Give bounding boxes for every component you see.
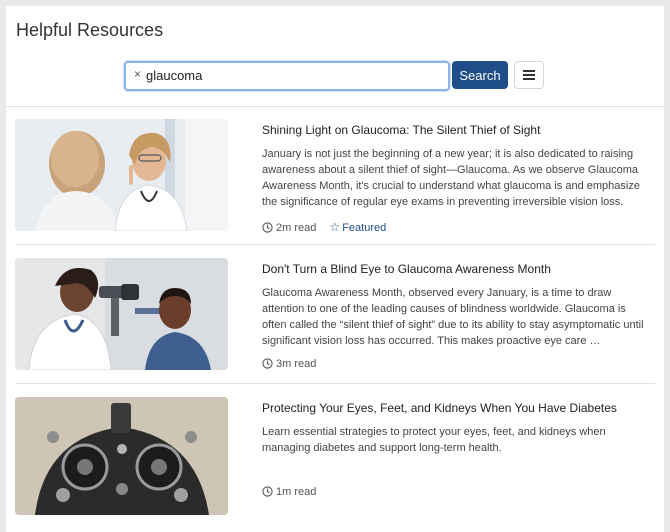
divider [6,106,664,107]
read-time: 1m read [276,486,317,498]
doctor-eye-exam-image[interactable] [15,119,228,231]
search-bar: × Search [124,61,544,91]
search-input[interactable] [146,66,438,84]
menu-button[interactable] [514,61,544,89]
divider [15,383,655,384]
read-time: 2m read [276,222,317,234]
article-title[interactable]: Shining Light on Glaucoma: The Silent Th… [262,123,540,137]
article-meta: 1m read [262,486,316,500]
clear-icon[interactable]: × [134,67,141,81]
article-title[interactable]: Don't Turn a Blind Eye to Glaucoma Aware… [262,262,551,276]
article-excerpt: Glaucoma Awareness Month, observed every… [262,287,644,347]
article-excerpt: January is not just the beginning of a n… [262,148,640,208]
clock-icon [262,222,273,236]
star-icon: ☆ [329,220,341,234]
divider [15,244,655,245]
clock-icon [262,486,273,500]
featured-badge: Featured [342,222,387,234]
article-excerpt: Learn essential strategies to protect yo… [262,426,606,454]
clock-icon [262,358,273,372]
page-title: Helpful Resources [16,20,164,40]
resources-panel: Helpful Resources × Search [6,6,664,532]
patient-slit-lamp-image[interactable] [15,258,228,370]
search-button[interactable]: Search [452,61,508,89]
phoropter-image[interactable] [15,397,228,515]
article-meta: 3m read [262,358,316,372]
article-title[interactable]: Protecting Your Eyes, Feet, and Kidneys … [262,401,617,415]
read-time: 3m read [276,358,317,370]
search-field[interactable]: × [124,61,450,91]
article-meta: 2m read ☆ Featured [262,220,386,236]
